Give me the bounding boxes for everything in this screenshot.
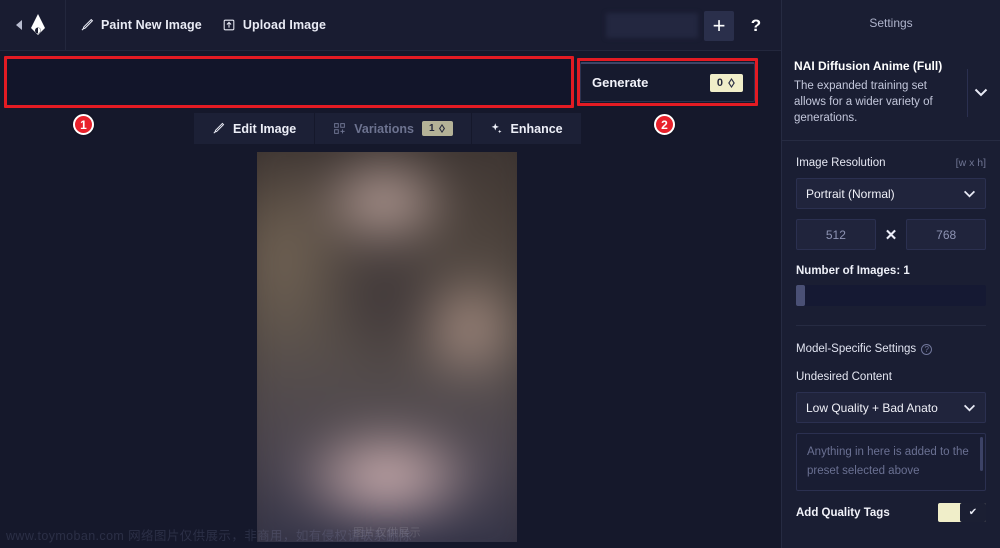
- undesired-content-select[interactable]: Low Quality + Bad Anato: [796, 392, 986, 423]
- variations-label: Variations: [354, 121, 414, 136]
- enhance-label: Enhance: [510, 121, 563, 136]
- edit-image-button[interactable]: Edit Image: [194, 113, 315, 144]
- undesired-content-placeholder: Anything in here is added to the preset …: [807, 446, 969, 477]
- undesired-content-label: Undesired Content: [796, 371, 892, 383]
- preview-watermark: 图片仅供展示: [353, 527, 421, 539]
- chevron-down-icon: [963, 190, 976, 197]
- add-quality-tags-toggle[interactable]: ✔: [938, 503, 986, 522]
- toggle-knob-checkmark-icon: ✔: [960, 503, 986, 522]
- top-actions: Paint New Image Upload Image: [66, 18, 326, 32]
- annotation-marker-2: 2: [654, 114, 675, 135]
- generate-anlas-cost: 0: [709, 73, 743, 92]
- info-icon[interactable]: ?: [921, 343, 933, 355]
- undesired-content-value: Low Quality + Bad Anato: [806, 400, 938, 415]
- dimension-inputs: 512 ✕ 768: [796, 219, 987, 250]
- prompt-input[interactable]: [7, 59, 571, 105]
- add-button[interactable]: +: [704, 10, 734, 41]
- annotation-marker-1: 1: [73, 114, 94, 135]
- settings-panel: Settings NAI Diffusion Anime (Full) The …: [781, 0, 1000, 548]
- model-specific-settings-label: Model-Specific Settings: [796, 343, 917, 355]
- model-text: NAI Diffusion Anime (Full) The expanded …: [794, 59, 961, 126]
- generate-button[interactable]: Generate 0: [580, 62, 755, 102]
- top-right-controls: + ?: [606, 0, 771, 51]
- image-tool-row: Edit Image Variations 1 Enhance: [194, 113, 581, 144]
- number-of-images-slider[interactable]: [796, 285, 986, 306]
- anlas-icon: [438, 124, 445, 133]
- resolution-header: Image Resolution [w x h]: [796, 157, 986, 169]
- generated-image-preview[interactable]: 图片仅供展示: [257, 152, 517, 542]
- novelai-image-generation-app: Paint New Image Upload Image + ? Generat…: [0, 0, 1000, 548]
- add-quality-tags-row: Add Quality Tags ✔: [796, 503, 986, 522]
- anlas-icon: [728, 77, 735, 88]
- undesired-content-textarea[interactable]: Anything in here is added to the preset …: [796, 433, 986, 491]
- settings-title: Settings: [869, 16, 913, 30]
- model-selector-card[interactable]: NAI Diffusion Anime (Full) The expanded …: [782, 47, 1000, 141]
- width-input[interactable]: 512: [796, 219, 876, 250]
- resolution-preset-select[interactable]: Portrait (Normal): [796, 178, 986, 209]
- generate-label: Generate: [592, 75, 649, 90]
- model-name: NAI Diffusion Anime (Full): [794, 59, 943, 73]
- height-input[interactable]: 768: [906, 219, 987, 250]
- brush-icon: [213, 122, 225, 134]
- prompt-input-container[interactable]: [6, 58, 572, 106]
- paint-new-image-label: Paint New Image: [101, 18, 202, 32]
- settings-divider: [796, 325, 986, 326]
- top-toolbar: Paint New Image Upload Image + ?: [0, 0, 781, 51]
- novelai-logo-icon: [31, 14, 45, 35]
- upload-image-label: Upload Image: [242, 18, 327, 32]
- chevron-down-icon[interactable]: [967, 68, 988, 117]
- variations-cost-count: 1: [428, 123, 435, 134]
- model-description: The expanded training set allows for a w…: [794, 80, 933, 124]
- add-quality-tags-label: Add Quality Tags: [796, 506, 890, 519]
- collapse-left-arrow-icon[interactable]: [16, 20, 22, 30]
- resolution-section: Image Resolution [w x h] Portrait (Norma…: [782, 157, 1000, 522]
- number-of-images-value: 1: [903, 265, 910, 277]
- image-resolution-label: Image Resolution: [796, 157, 886, 169]
- chevron-down-icon: [963, 404, 976, 411]
- variations-button[interactable]: Variations 1: [315, 113, 471, 144]
- dimension-separator-icon: ✕: [884, 226, 898, 244]
- paint-new-image-button[interactable]: Paint New Image: [80, 18, 202, 32]
- sparkle-icon: [491, 123, 502, 134]
- textarea-scrollbar[interactable]: [980, 437, 983, 471]
- slider-handle[interactable]: [796, 285, 805, 306]
- upload-icon: [223, 19, 235, 31]
- brush-icon: [81, 18, 94, 31]
- variations-cost-badge: 1: [421, 121, 453, 136]
- resolution-hint: [w x h]: [955, 157, 986, 169]
- resolution-preset-value: Portrait (Normal): [806, 186, 895, 201]
- number-of-images-label: Number of Images:: [796, 265, 901, 277]
- grid-plus-icon: [334, 123, 346, 134]
- edit-image-label: Edit Image: [233, 121, 297, 136]
- anlas-count: 0: [716, 76, 723, 89]
- logo-zone[interactable]: [0, 0, 66, 51]
- upload-image-button[interactable]: Upload Image: [222, 18, 326, 32]
- number-of-images-row: Number of Images: 1: [796, 265, 986, 277]
- account-field-redacted[interactable]: [606, 13, 698, 38]
- enhance-button[interactable]: Enhance: [471, 113, 581, 144]
- model-specific-settings-header: Model-Specific Settings ?: [796, 343, 986, 355]
- help-button[interactable]: ?: [741, 11, 771, 41]
- blurred-image-content: [257, 152, 517, 542]
